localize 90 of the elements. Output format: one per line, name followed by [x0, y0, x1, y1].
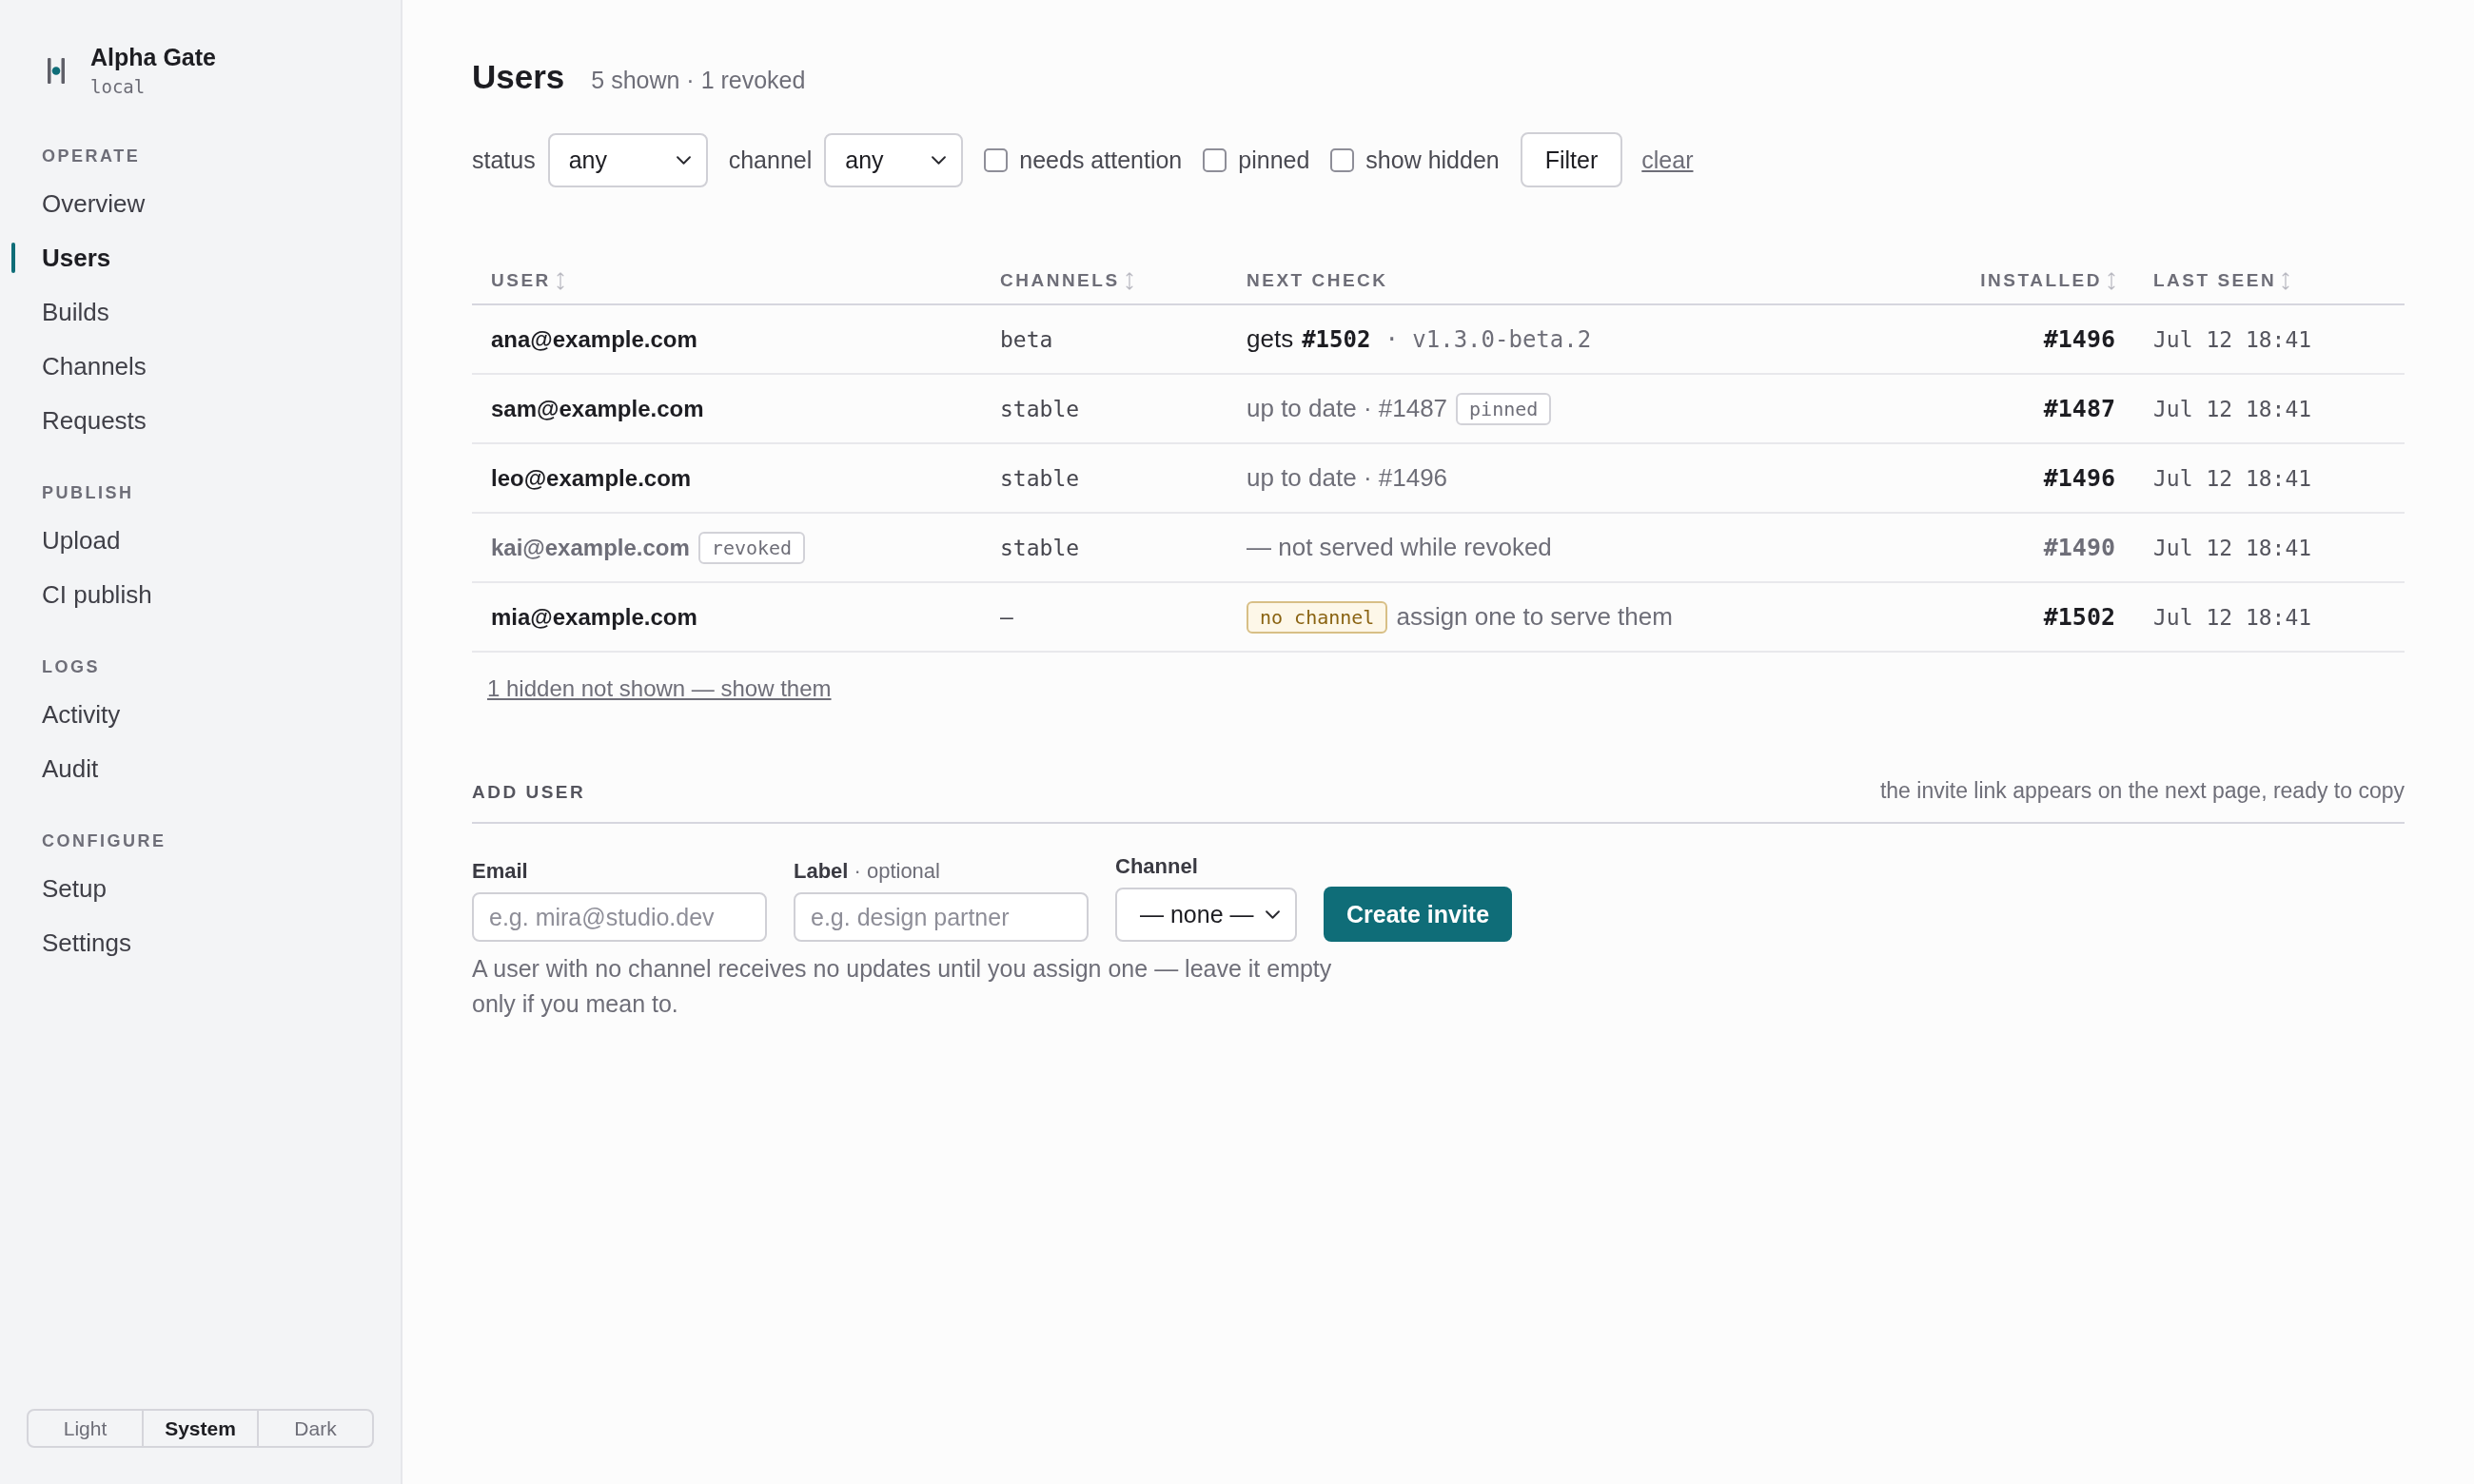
field-label: Channel	[1115, 853, 1198, 880]
sort-icon	[556, 271, 564, 290]
nav-item[interactable]: Overview	[42, 187, 146, 219]
user-email: ana@example.com	[491, 325, 697, 353]
help-text: A user with no channel receives no updates until you assign one — leave it empty only if you mean to.	[472, 954, 1333, 1019]
theme-option[interactable]: System	[142, 1411, 257, 1446]
page-summary: 5 shown · 1 revoked	[591, 67, 806, 94]
selection-bar	[11, 242, 15, 273]
filter-select[interactable]: any	[824, 132, 964, 187]
status-text: gets	[1247, 324, 1294, 354]
nav-item[interactable]: CI publish	[42, 578, 152, 610]
build-number: #1496	[2043, 464, 2115, 492]
timestamp: Jul 12 18:41	[2153, 535, 2312, 560]
clear-link[interactable]: clear	[1641, 146, 1694, 174]
text-field[interactable]: e.g. design partner	[794, 892, 1089, 942]
filter-button[interactable]: Filter	[1520, 132, 1623, 187]
nav-item[interactable]: Builds	[42, 296, 109, 327]
channel-name: stable	[1000, 465, 1080, 491]
theme-option[interactable]: Light	[29, 1411, 142, 1446]
status-tag: revoked	[697, 531, 806, 564]
checkbox-label[interactable]: show hidden	[1365, 146, 1500, 174]
checkbox-label[interactable]: pinned	[1238, 146, 1310, 174]
build-number: #1496	[2043, 325, 2115, 353]
channel-name: stable	[1000, 535, 1080, 560]
user-email: kai@example.com	[491, 534, 690, 561]
version-text: · v1.3.0-beta.2	[1384, 325, 1592, 353]
build-number: #1502	[1302, 325, 1371, 353]
field-hint: · optional	[854, 858, 940, 885]
build-number: #1487	[2043, 395, 2115, 422]
section-heading: CONFIGURE	[42, 830, 167, 852]
checkbox[interactable]	[1203, 147, 1227, 172]
nav-item[interactable]: Requests	[42, 404, 147, 436]
nav-item[interactable]: Settings	[42, 927, 131, 958]
user-email: sam@example.com	[491, 395, 704, 422]
theme-option[interactable]: Dark	[257, 1411, 372, 1446]
channel-name: stable	[1000, 396, 1080, 421]
status-tag: pinned	[1456, 392, 1552, 425]
show-hidden-link[interactable]: 1 hidden not shown — show them	[487, 674, 832, 703]
warning-tag: no channel	[1247, 600, 1388, 634]
user-email: mia@example.com	[491, 603, 697, 631]
select-field[interactable]: — none —	[1115, 888, 1297, 942]
build-number: #1490	[2043, 534, 2115, 561]
nav-item[interactable]: Audit	[42, 752, 99, 784]
checkbox[interactable]	[984, 147, 1009, 172]
column-header[interactable]: USER	[491, 270, 564, 291]
page-title: Users	[472, 57, 565, 97]
text-field[interactable]: e.g. mira@studio.dev	[472, 892, 767, 942]
environment-label: local	[90, 75, 146, 99]
column-header[interactable]: INSTALLED	[1980, 270, 2115, 291]
chevron-down-icon	[1266, 910, 1280, 919]
status-text: up to date · #1487	[1247, 394, 1448, 423]
nav-item[interactable]: Channels	[42, 350, 147, 381]
field-label: Email	[472, 858, 528, 885]
column-header[interactable]: CHANNELS	[1000, 270, 1133, 291]
timestamp: Jul 12 18:41	[2153, 326, 2312, 352]
field-label: Label	[794, 858, 849, 885]
section-heading: OPERATE	[42, 146, 141, 167]
section-heading: PUBLISH	[42, 482, 134, 504]
nav-item[interactable]: Users	[42, 242, 111, 273]
checkbox-label[interactable]: needs attention	[1019, 146, 1183, 174]
channel-name: beta	[1000, 326, 1053, 352]
user-email: leo@example.com	[491, 464, 692, 492]
timestamp: Jul 12 18:41	[2153, 604, 2312, 630]
filter-label: status	[472, 146, 536, 174]
chevron-down-icon	[676, 155, 691, 165]
filter-label: channel	[728, 146, 813, 174]
app-name: Alpha Gate	[90, 43, 216, 72]
sort-icon	[2282, 271, 2290, 290]
column-header: NEXT CHECK	[1247, 270, 1388, 291]
status-text: up to date · #1496	[1247, 463, 1448, 493]
section-note: the invite link appears on the next page, ready to copy	[1879, 778, 2405, 804]
create-invite-button[interactable]: Create invite	[1324, 887, 1513, 942]
sort-icon	[1125, 271, 1133, 290]
nav-item[interactable]: Setup	[42, 872, 107, 904]
checkbox[interactable]	[1330, 147, 1355, 172]
logo-icon	[48, 58, 65, 84]
section-heading: LOGS	[42, 656, 100, 678]
status-text: assign one to serve them	[1396, 602, 1673, 632]
timestamp: Jul 12 18:41	[2153, 396, 2312, 421]
channel-name: –	[1000, 604, 1013, 630]
sort-icon	[2108, 271, 2115, 290]
filter-select[interactable]: any	[547, 132, 708, 187]
build-number: #1502	[2043, 603, 2115, 631]
nav-item[interactable]: Upload	[42, 524, 121, 556]
section-heading: ADD USER	[472, 781, 586, 804]
status-text: — not served while revoked	[1247, 533, 1552, 562]
timestamp: Jul 12 18:41	[2153, 465, 2312, 491]
nav-item[interactable]: Activity	[42, 698, 121, 730]
column-header[interactable]: LAST SEEN	[2153, 270, 2290, 291]
chevron-down-icon	[932, 155, 947, 165]
